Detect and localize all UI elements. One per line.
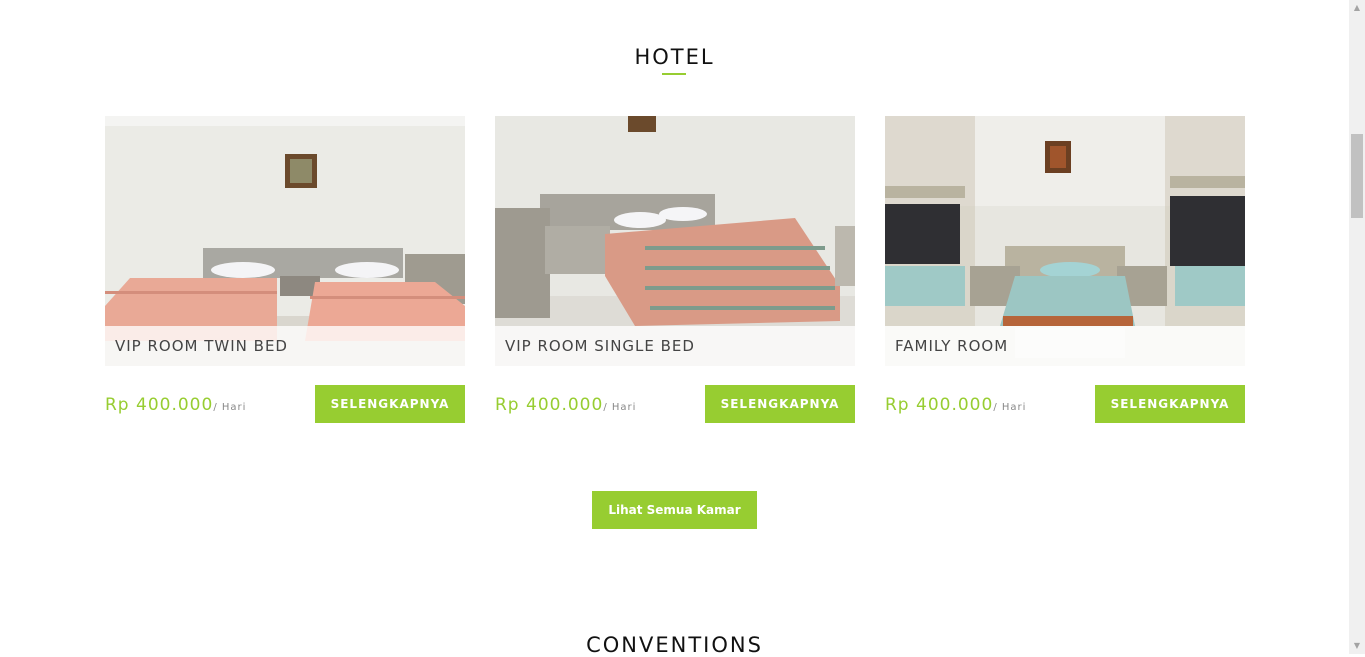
room-card: VIP ROOM TWIN BED Rp 400.000/ Hari SELEN…	[105, 116, 465, 426]
room-name: VIP ROOM TWIN BED	[115, 337, 288, 355]
room-name: FAMILY ROOM	[895, 337, 1009, 355]
conventions-section-title: CONVENTIONS	[586, 633, 763, 657]
scroll-down-arrow-icon[interactable]: ▼	[1349, 638, 1365, 654]
price-unit: / Hari	[213, 402, 247, 413]
room-card: FAMILY ROOM Rp 400.000/ Hari SELENGKAPNY…	[885, 116, 1245, 426]
details-button[interactable]: SELENGKAPNYA	[315, 385, 465, 423]
room-caption: VIP ROOM TWIN BED	[105, 326, 465, 366]
price-amount: Rp 400.000	[885, 395, 994, 415]
details-button[interactable]: SELENGKAPNYA	[1095, 385, 1245, 423]
room-caption: VIP ROOM SINGLE BED	[495, 326, 855, 366]
page: HOTEL VIP ROOM TWIN BED Rp 400.000/ Hari…	[0, 0, 1349, 657]
hotel-section-title: HOTEL	[634, 45, 715, 70]
price-unit: / Hari	[603, 402, 637, 413]
details-button[interactable]: SELENGKAPNYA	[705, 385, 855, 423]
price-amount: Rp 400.000	[105, 395, 214, 415]
price-unit: / Hari	[993, 402, 1027, 413]
view-all-rooms-button[interactable]: Lihat Semua Kamar	[592, 491, 757, 529]
room-price: Rp 400.000/ Hari	[105, 395, 246, 415]
room-name: VIP ROOM SINGLE BED	[505, 337, 695, 355]
room-card: VIP ROOM SINGLE BED Rp 400.000/ Hari SEL…	[495, 116, 855, 426]
scroll-thumb[interactable]	[1351, 134, 1363, 218]
room-caption: FAMILY ROOM	[885, 326, 1245, 366]
scroll-up-arrow-icon[interactable]: ▲	[1349, 0, 1365, 16]
price-amount: Rp 400.000	[495, 395, 604, 415]
title-underline	[662, 73, 686, 75]
vertical-scrollbar[interactable]: ▲ ▼	[1349, 0, 1365, 654]
room-price: Rp 400.000/ Hari	[495, 395, 636, 415]
room-price: Rp 400.000/ Hari	[885, 395, 1026, 415]
